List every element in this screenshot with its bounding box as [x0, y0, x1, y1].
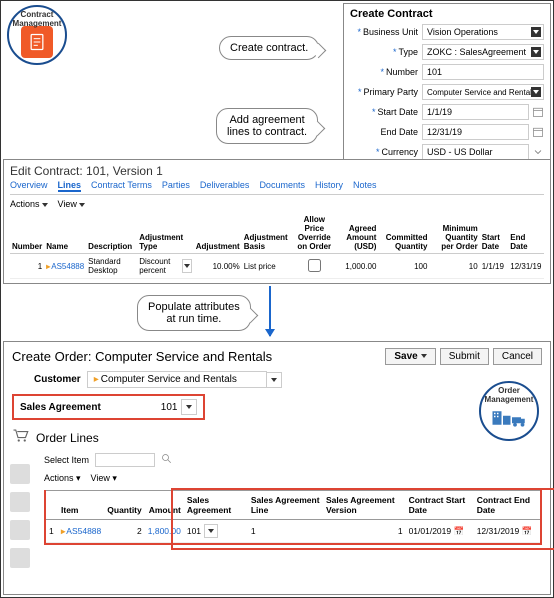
chevron-down-icon[interactable]: [181, 399, 197, 415]
start-date-input[interactable]: 1/1/19: [422, 104, 529, 120]
type-select[interactable]: ZOKC : SalesAgreement: [422, 44, 544, 60]
chevron-down-icon: [531, 87, 541, 97]
order-lines-table: ItemQuantity AmountSales Agreement Sales…: [46, 490, 540, 543]
primary-party-select[interactable]: Computer Service and Rentals: [422, 84, 544, 100]
callout-create-contract: Create contract.: [219, 36, 319, 60]
order-lines-table-wrap: ItemQuantity AmountSales Agreement Sales…: [44, 490, 542, 545]
sales-agreement-field[interactable]: Sales Agreement 101: [12, 394, 205, 420]
chevron-down-icon[interactable]: [532, 146, 544, 158]
actions-menu[interactable]: Actions ▾: [44, 473, 81, 484]
document-icon: [21, 26, 53, 58]
create-order-panel: Create Order: Computer Service and Renta…: [3, 341, 551, 595]
warning-icon: ▸: [61, 526, 65, 536]
ec-tabs: Overview Lines Contract Terms Parties De…: [10, 180, 544, 195]
building-truck-icon: [491, 406, 527, 430]
cancel-button[interactable]: Cancel: [493, 348, 542, 365]
calendar-icon[interactable]: [532, 126, 544, 138]
tab-notes[interactable]: Notes: [353, 180, 377, 192]
view-menu[interactable]: View: [58, 199, 85, 209]
currency-select[interactable]: USD - US Dollar: [422, 144, 529, 160]
save-button[interactable]: Save: [385, 348, 435, 365]
cc-title: Create Contract: [350, 8, 544, 20]
ec-title: Edit Contract: 101, Version 1: [10, 164, 544, 178]
chevron-down-icon[interactable]: [204, 524, 218, 538]
select-item-label: Select Item: [44, 455, 89, 465]
sidebar-icon-2[interactable]: [10, 492, 30, 512]
calendar-icon[interactable]: 📅: [522, 526, 533, 536]
actions-menu[interactable]: Actions: [10, 199, 48, 209]
flow-arrow: [269, 286, 271, 336]
warning-icon: ▸: [46, 262, 50, 271]
order-management-badge: Order Management: [479, 381, 539, 441]
amount-link: 1,800.00: [145, 520, 184, 543]
tab-deliverables[interactable]: Deliverables: [200, 180, 250, 192]
tab-lines[interactable]: Lines: [58, 180, 82, 192]
customer-label: Customer: [34, 374, 81, 385]
chevron-down-icon: [531, 47, 541, 57]
tab-documents[interactable]: Documents: [259, 180, 305, 192]
cart-icon: [12, 428, 30, 447]
customer-input[interactable]: ▸Computer Service and Rentals: [87, 371, 267, 388]
allow-override-checkbox[interactable]: [308, 259, 321, 272]
calendar-icon[interactable]: [532, 106, 544, 118]
order-lines-title: Order Lines: [36, 431, 99, 445]
co-title: Create Order: Computer Service and Renta…: [12, 349, 272, 364]
sidebar-icon-3[interactable]: [10, 520, 30, 540]
chevron-down-icon: [531, 27, 541, 37]
edit-contract-panel: Edit Contract: 101, Version 1 Overview L…: [3, 159, 551, 284]
table-row[interactable]: 1 ▸AS54888 Standard Desktop Discount per…: [10, 254, 544, 279]
item-link: ▸AS54888: [58, 520, 104, 543]
select-item-input[interactable]: [95, 453, 155, 467]
table-row[interactable]: 1 ▸AS54888 2 1,800.00 101 11 01/01/2019 …: [46, 520, 540, 543]
item-link: ▸AS54888: [44, 254, 86, 279]
end-date-input[interactable]: 12/31/19: [422, 124, 529, 140]
ec-lines-table: NumberNameDescription Adjustment TypeAdj…: [10, 213, 544, 279]
tab-history[interactable]: History: [315, 180, 343, 192]
tab-contract-terms[interactable]: Contract Terms: [91, 180, 152, 192]
chevron-down-icon[interactable]: [182, 259, 192, 273]
contract-management-badge: Contract Management: [7, 5, 67, 65]
tab-parties[interactable]: Parties: [162, 180, 190, 192]
view-menu[interactable]: View ▾: [91, 473, 117, 484]
callout-populate: Populate attributes at run time.: [137, 295, 251, 331]
om-label: Order Management: [481, 387, 537, 405]
business-unit-select[interactable]: Vision Operations: [422, 24, 544, 40]
submit-button[interactable]: Submit: [440, 348, 489, 365]
callout-add-lines: Add agreement lines to contract.: [216, 108, 318, 144]
search-icon[interactable]: [161, 453, 173, 467]
customer-dropdown[interactable]: [266, 372, 282, 388]
calendar-icon[interactable]: 📅: [453, 526, 464, 536]
number-input[interactable]: 101: [422, 64, 544, 80]
sidebar-icon-4[interactable]: [10, 548, 30, 568]
sidebar-icon-1[interactable]: [10, 464, 30, 484]
tab-overview[interactable]: Overview: [10, 180, 48, 192]
warning-icon: ▸: [94, 374, 99, 385]
cm-label: Contract Management: [9, 11, 65, 29]
